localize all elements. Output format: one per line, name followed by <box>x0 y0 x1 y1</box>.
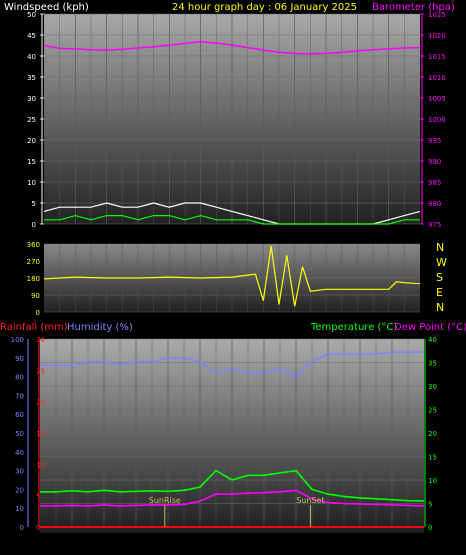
wind-x-tick-label: 10 <box>196 231 206 240</box>
humidity-y-tick-label: 30 <box>15 468 24 476</box>
rain-y-tick-label: 5 <box>36 493 40 501</box>
rain-y-tick-label: 25 <box>36 367 45 375</box>
dir-y-tick-label: 0 <box>36 309 40 317</box>
rain-y-tick-label: 20 <box>36 399 45 407</box>
wind-y-tick-label: 35 <box>27 74 36 82</box>
temp-y-tick-label: 40 <box>428 336 437 344</box>
baro-y-tick-label: 1015 <box>428 53 446 61</box>
wind-x-tick-label: 14 <box>258 231 268 240</box>
dir-y-tick-label: 360 <box>27 241 40 249</box>
compass-e: E <box>436 286 443 299</box>
humidity-y-tick-label: 0 <box>20 524 24 532</box>
compass-s: S <box>436 271 443 284</box>
baro-y-tick-label: 985 <box>428 179 441 187</box>
baro-y-tick-label: 1025 <box>428 11 446 19</box>
temp-y-tick-label: 35 <box>428 360 437 368</box>
wind-x-tick-label: 02 <box>70 231 80 240</box>
baro-y-tick-label: 1020 <box>428 32 446 40</box>
wind-y-tick-label: 20 <box>27 137 36 145</box>
wind-y-tick-label: 0 <box>32 221 36 229</box>
compass-n-top: N <box>436 241 444 254</box>
temperature-label: Temperature (°C) <box>310 322 397 333</box>
wind-x-tick-label: 20 <box>352 231 362 240</box>
rt-x-tick-label: 12 <box>227 538 237 547</box>
wind-x-tick-label: 06 <box>133 231 143 240</box>
header-windspeed: Windspeed (kph) <box>4 2 89 13</box>
dir-y-tick-label: 180 <box>27 275 40 283</box>
baro-y-tick-label: 980 <box>428 200 441 208</box>
wind-x-tick-label: 12 <box>227 231 237 240</box>
temp-y-tick-label: 20 <box>428 430 437 438</box>
wind-y-tick-label: 5 <box>32 200 36 208</box>
wind-x-tick-label: 00 <box>415 231 425 240</box>
rt-x-tick-label: 20 <box>355 538 365 547</box>
compass-w: W <box>436 256 447 269</box>
wind-y-tick-label: 50 <box>27 11 36 19</box>
rain-y-tick-label: 10 <box>36 461 45 469</box>
weather-graph: Windspeed (kph) 24 hour graph day : 06 J… <box>0 2 466 547</box>
humidity-y-tick-label: 90 <box>15 355 24 363</box>
dewpoint-label: Dew Point (°C) <box>394 322 466 333</box>
baro-y-tick-label: 1000 <box>428 116 446 124</box>
humidity-y-tick-label: 50 <box>15 430 24 438</box>
rain-y-tick-label: 15 <box>36 430 45 438</box>
rt-x-tick-label: 08 <box>163 538 173 547</box>
rt-x-tick-label: 16 <box>291 538 301 547</box>
rt-x-tick-label: 02 <box>67 538 77 547</box>
compass-n-bottom: N <box>436 301 444 314</box>
rain-y-tick-label: 30 <box>36 336 45 344</box>
rt-x-tick-label: 18 <box>323 538 333 547</box>
baro-y-tick-label: 1005 <box>428 95 446 103</box>
humidity-y-tick-label: 10 <box>15 505 24 513</box>
wind-x-tick-label: 08 <box>164 231 174 240</box>
rt-x-tick-label: 04 <box>99 538 109 547</box>
wind-x-tick-label: 04 <box>102 231 112 240</box>
baro-y-tick-label: 1010 <box>428 74 446 82</box>
wind-y-tick-label: 45 <box>27 32 36 40</box>
rt-x-tick-label: 06 <box>131 538 141 547</box>
rainfall-label: Rainfall (mm) <box>0 322 68 333</box>
humidity-y-tick-label: 100 <box>11 336 24 344</box>
dir-y-tick-label: 270 <box>27 258 40 266</box>
wind-y-tick-label: 40 <box>27 53 36 61</box>
rt-x-tick-label: 22 <box>387 538 397 547</box>
temp-y-tick-label: 25 <box>428 407 437 415</box>
rt-x-tick-label: 14 <box>259 538 269 547</box>
sunset-label: SunSet <box>296 496 324 505</box>
wind-y-tick-label: 15 <box>27 158 36 166</box>
wind-x-tick-label: 16 <box>290 231 300 240</box>
baro-y-tick-label: 990 <box>428 158 441 166</box>
humidity-y-tick-label: 70 <box>15 392 24 400</box>
rt-x-tick-label: 00 <box>419 538 429 547</box>
baro-y-tick-label: 995 <box>428 137 441 145</box>
humidity-label: Humidity (%) <box>67 322 133 333</box>
wind-x-tick-label: 22 <box>384 231 394 240</box>
humidity-y-tick-label: 60 <box>15 411 24 419</box>
temp-y-tick-label: 5 <box>428 501 432 509</box>
humidity-y-tick-label: 20 <box>15 486 24 494</box>
header-title: 24 hour graph day : 06 January 2025 <box>172 2 357 13</box>
wind-y-tick-label: 25 <box>27 116 36 124</box>
baro-y-tick-label: 975 <box>428 221 441 229</box>
humidity-y-tick-label: 80 <box>15 374 24 382</box>
dir-y-tick-label: 90 <box>31 292 40 300</box>
rt-x-tick-label: 10 <box>195 538 205 547</box>
temp-y-tick-label: 30 <box>428 383 437 391</box>
wind-x-tick-label: 18 <box>321 231 331 240</box>
rain-y-tick-label: 0 <box>36 524 40 532</box>
temp-y-tick-label: 10 <box>428 477 437 485</box>
wind-y-tick-label: 10 <box>27 179 36 187</box>
temp-y-tick-label: 0 <box>428 524 432 532</box>
wind-y-tick-label: 30 <box>27 95 36 103</box>
humidity-y-tick-label: 40 <box>15 449 24 457</box>
sunrise-label: SunRise <box>149 496 181 505</box>
temp-y-tick-label: 15 <box>428 454 437 462</box>
